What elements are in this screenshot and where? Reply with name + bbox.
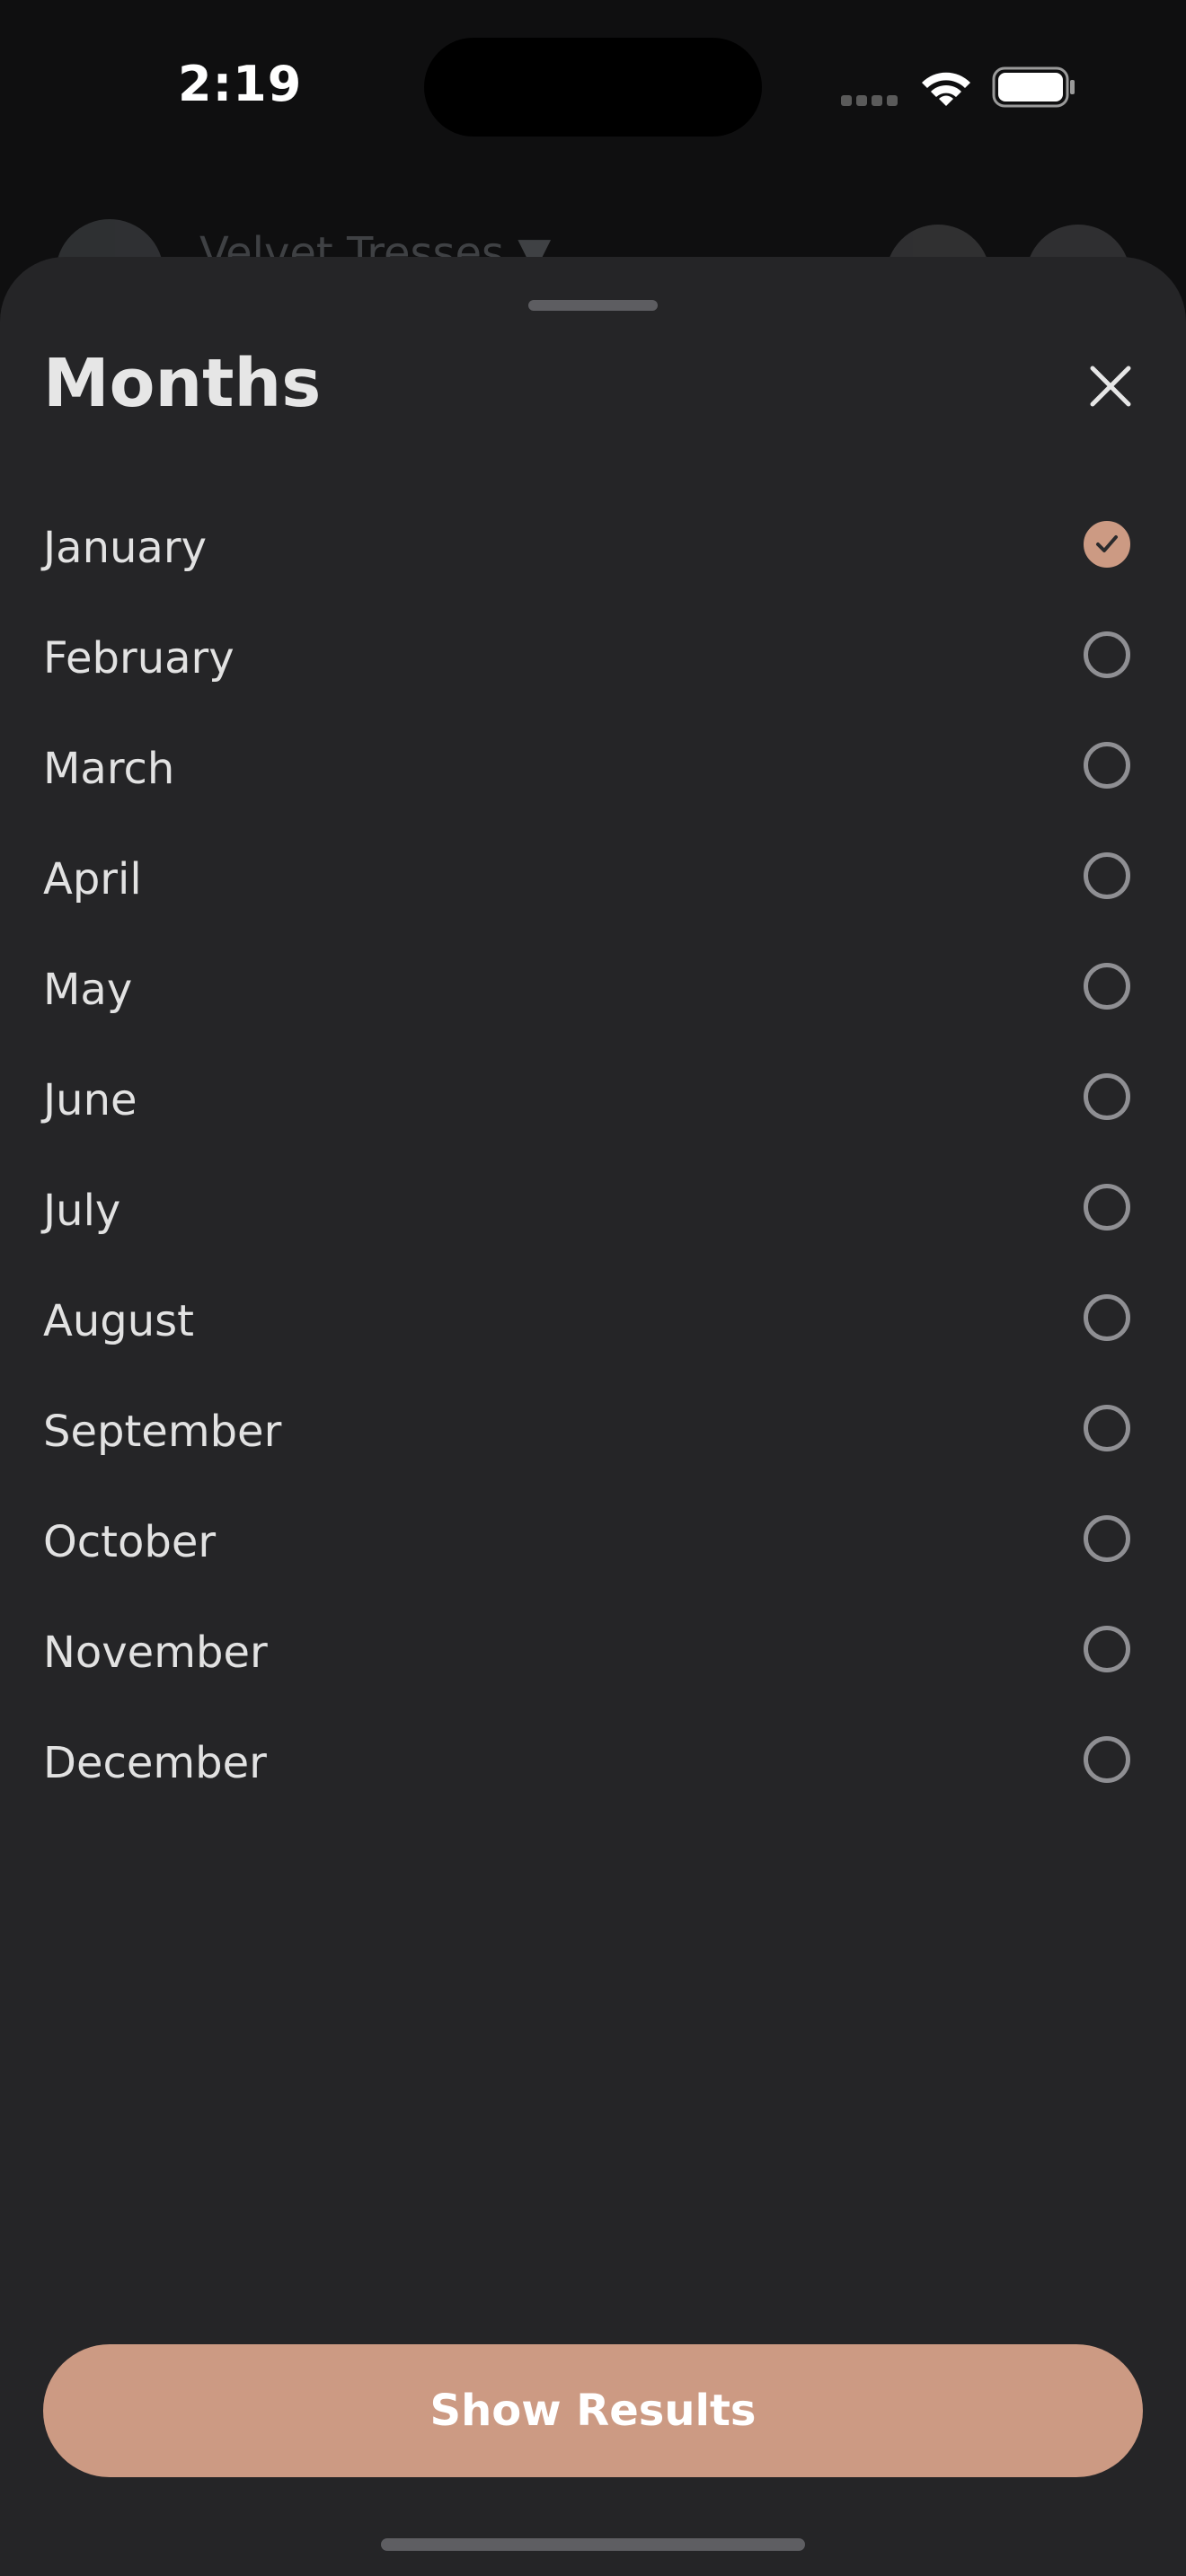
radio-button[interactable] <box>1084 1405 1130 1451</box>
months-list: January February March April May June Ju… <box>0 492 1186 1818</box>
month-label: January <box>43 523 207 573</box>
radio-button[interactable] <box>1084 1736 1130 1783</box>
month-option[interactable]: March <box>0 713 1186 824</box>
wifi-icon <box>922 72 970 106</box>
month-label: December <box>43 1738 267 1788</box>
month-option[interactable]: January <box>0 492 1186 603</box>
dynamic-island <box>424 38 762 137</box>
month-option[interactable]: May <box>0 934 1186 1045</box>
sheet-title: Months <box>43 345 322 422</box>
month-option[interactable]: April <box>0 824 1186 934</box>
month-label: May <box>43 965 133 1015</box>
month-label: February <box>43 633 235 684</box>
month-label: March <box>43 744 175 794</box>
month-label: November <box>43 1628 268 1678</box>
month-label: October <box>43 1517 217 1567</box>
battery-icon <box>992 66 1075 108</box>
month-option[interactable]: December <box>0 1707 1186 1818</box>
month-option[interactable]: September <box>0 1376 1186 1486</box>
radio-button[interactable] <box>1084 1294 1130 1341</box>
sheet-grabber[interactable] <box>528 300 658 311</box>
month-option[interactable]: October <box>0 1486 1186 1597</box>
radio-button[interactable] <box>1084 852 1130 899</box>
status-time: 2:19 <box>178 56 303 112</box>
close-icon[interactable] <box>1080 356 1141 417</box>
status-bar: 2:19 <box>0 0 1186 180</box>
month-option[interactable]: February <box>0 603 1186 713</box>
radio-button[interactable] <box>1084 1515 1130 1562</box>
month-option[interactable]: November <box>0 1597 1186 1707</box>
show-results-button[interactable]: Show Results <box>43 2344 1143 2477</box>
month-label: June <box>43 1075 137 1125</box>
radio-button[interactable] <box>1084 1073 1130 1120</box>
radio-button[interactable] <box>1084 1184 1130 1231</box>
home-indicator <box>381 2538 805 2551</box>
signal-icon <box>841 93 902 106</box>
month-label: August <box>43 1296 194 1346</box>
radio-button[interactable] <box>1084 631 1130 678</box>
month-option[interactable]: July <box>0 1155 1186 1266</box>
radio-button[interactable] <box>1084 963 1130 1010</box>
month-option[interactable]: June <box>0 1045 1186 1155</box>
month-label: September <box>43 1407 282 1457</box>
radio-button[interactable] <box>1084 742 1130 789</box>
month-label: April <box>43 854 142 904</box>
month-option[interactable]: August <box>0 1266 1186 1376</box>
checkmark-icon[interactable] <box>1084 521 1130 568</box>
months-sheet: Months January February March April May … <box>0 257 1186 2576</box>
month-label: July <box>43 1186 121 1236</box>
radio-button[interactable] <box>1084 1626 1130 1672</box>
